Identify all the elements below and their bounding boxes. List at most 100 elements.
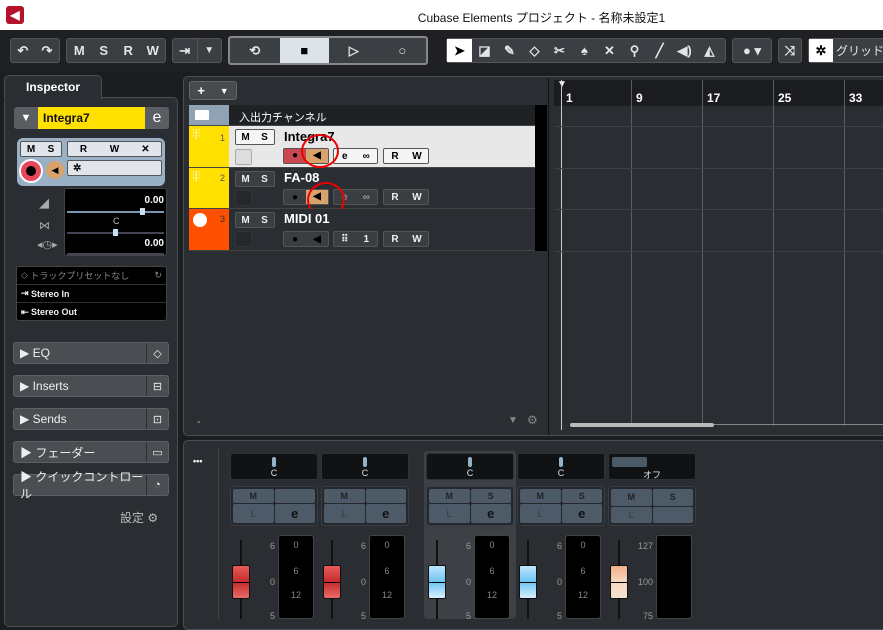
volume-fader[interactable]	[232, 565, 250, 599]
quick-controls-icon[interactable]: ◔	[146, 475, 168, 495]
redo-button[interactable]: ↷	[35, 39, 59, 62]
split-tool-icon[interactable]: ✂	[547, 39, 572, 62]
line-tool-icon[interactable]: ╱	[647, 39, 672, 62]
volume-value[interactable]: 0.00	[145, 195, 164, 206]
cycle-button[interactable]: ⟲	[230, 38, 280, 63]
mute-tool-icon[interactable]: ✕	[597, 39, 622, 62]
link-icon[interactable]: ∞	[356, 151, 378, 162]
edit-channel-button[interactable]: e	[561, 504, 602, 523]
snap-toggle-icon[interactable]: ✲	[809, 39, 833, 62]
delay-slider[interactable]	[67, 253, 164, 255]
edit-channel-button[interactable]: e	[365, 504, 406, 523]
monitor-button[interactable]: ◀	[306, 234, 328, 245]
pan-value[interactable]: C	[113, 216, 120, 226]
eq-icon[interactable]: ◇	[146, 343, 168, 363]
solo-button[interactable]: S	[255, 215, 274, 226]
undo-button[interactable]: ↶	[11, 39, 35, 62]
grid-type-select[interactable]: グリッド	[833, 39, 883, 62]
volume-fader[interactable]	[323, 565, 341, 599]
pencil-tool-icon[interactable]: ✎	[497, 39, 522, 62]
output-routing[interactable]: ⇤ Stereo Out	[17, 303, 166, 321]
volume-fader[interactable]	[610, 565, 628, 599]
volume-fader[interactable]	[428, 565, 446, 599]
input-routing[interactable]: ⇥ Stereo In	[17, 285, 166, 303]
track-row[interactable]: ⫶|⫶ 2 MS FA-08 ● ◀ e ∞ RW	[189, 168, 535, 218]
write-button[interactable]: W	[99, 144, 130, 155]
section-inserts[interactable]: ▶ Inserts ⊟	[13, 375, 169, 397]
write-all-button[interactable]: W	[141, 39, 166, 62]
more-options-icon[interactable]: •••	[193, 456, 202, 466]
write-button[interactable]: W	[406, 234, 428, 245]
color-tool-icon[interactable]: ◭	[697, 39, 722, 62]
mute-button[interactable]: M	[429, 489, 470, 503]
fader-icon[interactable]: ▭	[146, 442, 168, 462]
track-preset[interactable]: ◇ トラックプリセットなし ↻	[17, 267, 166, 285]
track-select-box[interactable]	[235, 149, 252, 165]
zoom-tool-icon[interactable]: ⚲	[622, 39, 647, 62]
record-enable-button[interactable]: ●	[284, 192, 306, 203]
play-tool-icon[interactable]: ◀)	[672, 39, 697, 62]
crossfade-icon[interactable]: ⤨	[779, 39, 801, 62]
collapse-icon[interactable]: ▼	[14, 107, 38, 129]
pointer-tool-icon[interactable]: ➤	[447, 39, 472, 62]
record-button[interactable]: ○	[379, 38, 427, 63]
solo-button[interactable]	[365, 489, 406, 503]
folder-track[interactable]: 入出力チャンネル	[189, 105, 535, 126]
track-name[interactable]: MIDI 01	[284, 211, 330, 226]
listen-button[interactable]: L	[324, 504, 365, 523]
write-button[interactable]: W	[406, 192, 428, 203]
edit-channel-button[interactable]	[652, 506, 693, 523]
dropdown-icon[interactable]: ▼	[198, 39, 222, 62]
mute-button[interactable]: M	[236, 215, 255, 226]
section-fader[interactable]: ▶ フェーダー ▭	[13, 441, 169, 463]
track-row[interactable]: ⫶|⫶ 1 MS Integra7 ● ◀ e ∞ RW	[189, 126, 535, 168]
pan-control[interactable]: C	[426, 453, 514, 480]
track-name[interactable]: FA-08	[284, 170, 319, 185]
automation-icon[interactable]: ✕	[130, 144, 161, 155]
inspector-settings-button[interactable]: 設定 ⚙	[120, 509, 158, 526]
mute-all-button[interactable]: M	[67, 39, 92, 62]
read-all-button[interactable]: R	[116, 39, 141, 62]
mute-button[interactable]: M	[611, 489, 652, 506]
pan-control[interactable]: C	[230, 453, 318, 480]
track-select-box[interactable]	[235, 190, 252, 206]
section-sends[interactable]: ▶ Sends ⊡	[13, 408, 169, 430]
delay-value[interactable]: 0.00	[145, 238, 164, 249]
pan-control[interactable]: オフ	[608, 453, 696, 480]
mute-button[interactable]: M	[236, 174, 255, 185]
dropdown-icon[interactable]: ▼	[508, 415, 518, 426]
snap-mode-icon[interactable]: ● ▾	[733, 39, 771, 62]
inspector-track-name[interactable]: Integra7	[38, 107, 145, 129]
mute-button[interactable]: M	[520, 489, 561, 503]
edit-channel-icon[interactable]: e	[145, 107, 169, 129]
edit-channel-button[interactable]: e	[470, 504, 511, 523]
solo-button[interactable]: S	[41, 144, 61, 155]
record-enable-button[interactable]: ●	[284, 234, 306, 245]
solo-button[interactable]: S	[652, 489, 693, 506]
solo-button[interactable]: S	[255, 174, 274, 185]
solo-button[interactable]: S	[470, 489, 511, 503]
track-row[interactable]: 3 MS MIDI 01 ● ◀ ⠿ 1 RW	[189, 209, 535, 251]
folder-name[interactable]: 入出力チャンネル	[239, 109, 327, 125]
volume-fader[interactable]	[519, 565, 537, 599]
mute-button[interactable]: M	[324, 489, 365, 503]
read-button[interactable]: R	[68, 144, 99, 155]
track-select-box[interactable]	[235, 231, 252, 247]
pan-control[interactable]: C	[517, 453, 605, 480]
mute-button[interactable]: M	[21, 144, 41, 155]
reload-icon[interactable]: ↻	[154, 270, 166, 281]
inspector-track-header[interactable]: ▼ Integra7 e	[14, 107, 169, 129]
solo-button[interactable]	[274, 489, 315, 503]
solo-button[interactable]: S	[255, 132, 274, 143]
eraser-tool-icon[interactable]: ◇	[522, 39, 547, 62]
section-quick-controls[interactable]: ▶ クイックコントロール ◔	[13, 470, 169, 501]
record-enable-button[interactable]	[19, 159, 43, 183]
range-tool-icon[interactable]: ◪	[472, 39, 497, 62]
read-button[interactable]: R	[384, 192, 406, 203]
solo-all-button[interactable]: S	[92, 39, 117, 62]
read-button[interactable]: R	[384, 234, 406, 245]
section-eq[interactable]: ▶ EQ ◇	[13, 342, 169, 364]
sends-icon[interactable]: ⊡	[146, 409, 168, 429]
dropdown-icon[interactable]: ▼	[220, 86, 229, 96]
mute-button[interactable]: M	[236, 132, 255, 143]
